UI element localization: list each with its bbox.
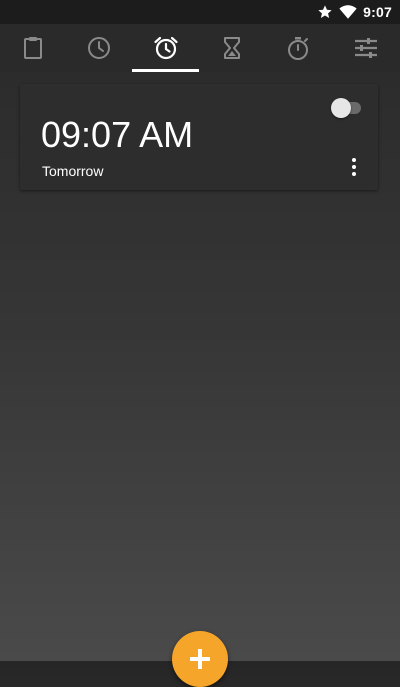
more-options-button[interactable] [346,156,362,178]
status-bar: 9:07 [0,0,400,24]
tab-clock[interactable] [66,24,132,72]
clock-icon [87,36,111,60]
wifi-icon [339,4,357,20]
tab-timer[interactable] [199,24,265,72]
tab-settings[interactable] [331,24,400,72]
hourglass-icon [222,36,242,60]
star-icon [317,4,333,20]
alarm-clock-icon [153,35,179,61]
alarm-card[interactable]: 09:07 AM Tomorrow [20,84,378,190]
more-vert-icon [352,158,356,162]
alarm-day-label: Tomorrow [42,163,104,179]
clipboard-icon [22,36,44,60]
sliders-icon [353,36,379,60]
toggle-thumb [331,98,351,118]
status-time: 9:07 [363,4,392,20]
stopwatch-icon [286,35,310,61]
tab-clipboard[interactable] [0,24,66,72]
alarm-time[interactable]: 09:07 AM [41,114,193,156]
selected-tab-indicator [132,69,199,72]
status-icons: 9:07 [317,0,392,24]
alarm-toggle-switch[interactable] [331,97,363,119]
tab-alarm[interactable] [132,24,199,72]
add-alarm-button[interactable] [172,631,228,687]
tab-stopwatch[interactable] [265,24,331,72]
tab-bar [0,24,400,72]
